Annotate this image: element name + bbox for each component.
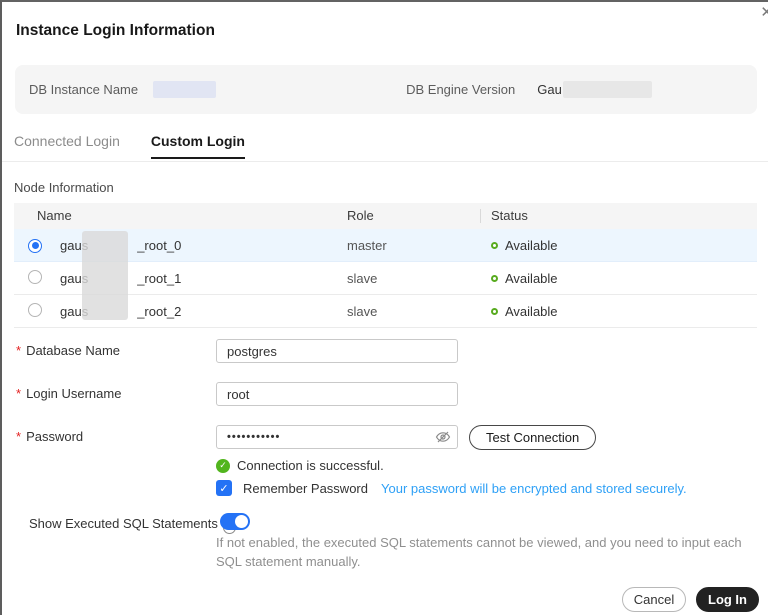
radio-node-0[interactable] bbox=[28, 238, 42, 253]
instance-info-bar: DB Instance Name DB Engine Version Gau bbox=[15, 65, 757, 114]
tabs-divider bbox=[2, 161, 768, 162]
success-check-icon: ✓ bbox=[216, 458, 230, 473]
show-sql-toggle[interactable] bbox=[220, 513, 250, 530]
connection-status-message: ✓ Connection is successful. bbox=[216, 458, 384, 473]
close-icon[interactable]: ✕ bbox=[760, 5, 768, 20]
db-engine-version-label: DB Engine Version bbox=[406, 82, 516, 97]
radio-node-2[interactable] bbox=[28, 302, 42, 317]
node-status-0: Available bbox=[480, 238, 757, 253]
password-encryption-note: Your password will be encrypted and stor… bbox=[381, 480, 687, 496]
remember-password-label: Remember Password bbox=[243, 480, 368, 496]
node-role-1: slave bbox=[347, 270, 378, 286]
node-status-1: Available bbox=[480, 271, 757, 286]
show-sql-help-text: If not enabled, the executed SQL stateme… bbox=[216, 535, 742, 569]
cancel-button[interactable]: Cancel bbox=[622, 587, 686, 612]
show-sql-label: Show Executed SQL Statements? bbox=[29, 516, 236, 534]
table-row-node-2[interactable]: gaus _root_2 slave Available bbox=[14, 295, 757, 328]
dialog-title: Instance Login Information bbox=[16, 22, 215, 39]
db-instance-name-label: DB Instance Name bbox=[29, 82, 139, 97]
log-in-button[interactable]: Log In bbox=[696, 587, 759, 612]
password-label: Password bbox=[16, 429, 83, 444]
available-status-icon bbox=[491, 307, 498, 315]
available-status-icon bbox=[491, 241, 498, 249]
instance-login-dialog: ✕ Instance Login Information DB Instance… bbox=[0, 0, 768, 615]
table-row-node-0[interactable]: gaus _root_0 master Available bbox=[14, 229, 757, 262]
radio-node-1[interactable] bbox=[28, 269, 42, 284]
node-table: Name Role Status gaus _root_0 master Avai… bbox=[14, 203, 757, 328]
remember-password-checkbox[interactable]: ✓ bbox=[216, 480, 232, 496]
node-role-0: master bbox=[347, 237, 387, 253]
node-name-0: gaus _root_0 bbox=[60, 237, 182, 253]
db-engine-version-prefix: Gau bbox=[537, 82, 562, 97]
remember-password-row: ✓ Remember Password Your password will b… bbox=[216, 480, 687, 496]
login-username-input[interactable] bbox=[216, 382, 458, 406]
column-header-name: Name bbox=[37, 208, 72, 223]
table-row-node-1[interactable]: gaus _root_1 slave Available bbox=[14, 262, 757, 295]
db-engine-version-redacted bbox=[562, 81, 652, 98]
available-status-icon bbox=[491, 274, 498, 282]
node-name-2: gaus _root_2 bbox=[60, 303, 182, 319]
node-status-2: Available bbox=[480, 304, 757, 319]
node-role-2: slave bbox=[347, 303, 378, 319]
database-name-input[interactable] bbox=[216, 339, 458, 363]
column-header-status: Status bbox=[480, 203, 757, 229]
column-header-role: Role bbox=[347, 208, 374, 223]
node-table-header: Name Role Status bbox=[14, 203, 757, 229]
tab-connected-login[interactable]: Connected Login bbox=[14, 133, 120, 163]
db-instance-name-redacted bbox=[153, 81, 217, 98]
database-name-label: Database Name bbox=[16, 343, 120, 358]
login-tabs: Connected Login Custom Login bbox=[14, 133, 246, 163]
password-input[interactable] bbox=[216, 425, 458, 449]
column-divider bbox=[480, 209, 481, 223]
tab-custom-login[interactable]: Custom Login bbox=[150, 133, 246, 163]
node-name-1: gaus _root_1 bbox=[60, 270, 182, 286]
test-connection-button[interactable]: Test Connection bbox=[469, 425, 597, 450]
show-password-eye-icon[interactable] bbox=[434, 428, 452, 446]
db-engine-version-value: Gau bbox=[537, 81, 652, 98]
login-username-label: Login Username bbox=[16, 386, 121, 401]
node-information-title: Node Information bbox=[14, 180, 114, 195]
